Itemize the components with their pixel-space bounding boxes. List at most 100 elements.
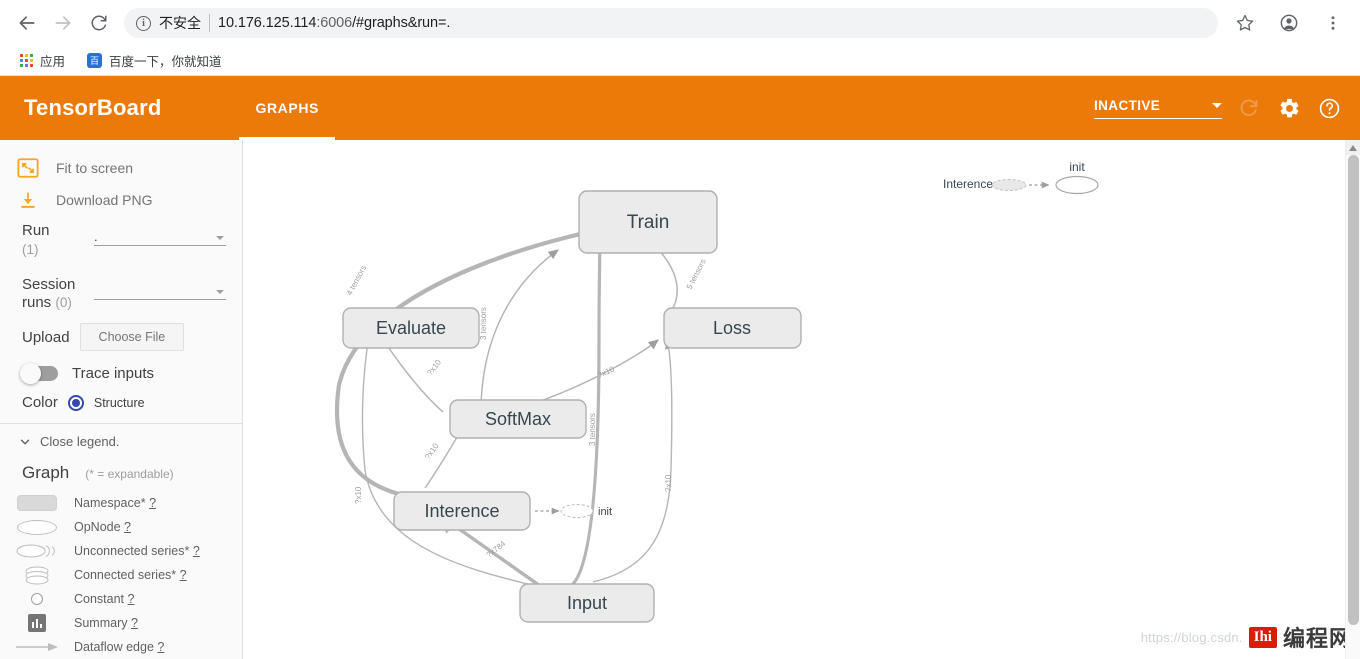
legend-label: Summary ? bbox=[74, 616, 138, 630]
help-link[interactable]: ? bbox=[128, 592, 135, 606]
legend-item-dataflow-edge: Dataflow edge ? bbox=[0, 635, 242, 659]
dataflow-edge-icon bbox=[14, 637, 60, 657]
url-path: /#graphs&run=. bbox=[352, 15, 451, 31]
legend-label-text: OpNode bbox=[74, 520, 121, 534]
run-label-text: Run bbox=[22, 222, 50, 239]
address-bar[interactable]: i 不安全 10.176.125.114:6006/#graphs&run=. bbox=[124, 8, 1218, 38]
three-dot-menu-icon[interactable] bbox=[1316, 6, 1350, 40]
reload-icon[interactable] bbox=[82, 6, 116, 40]
inline-init-label: init bbox=[598, 506, 612, 518]
run-status-value: INACTIVE bbox=[1094, 97, 1161, 113]
tab-label: GRAPHS bbox=[255, 100, 319, 116]
run-field: Run (1) . bbox=[0, 216, 242, 260]
color-structure-radio[interactable] bbox=[67, 394, 84, 411]
choose-file-button[interactable]: Choose File bbox=[79, 323, 185, 351]
graph-node-loss[interactable]: Loss bbox=[663, 307, 802, 349]
edge-label: ?x10 bbox=[423, 441, 440, 461]
color-row: Color Structure bbox=[0, 382, 242, 423]
tab-graphs[interactable]: GRAPHS bbox=[239, 76, 335, 140]
chevron-down-icon bbox=[1212, 102, 1222, 108]
edge-label: ?x10 bbox=[425, 357, 443, 377]
opnode-ellipse-icon bbox=[14, 517, 60, 537]
download-png-label: Download PNG bbox=[56, 192, 153, 208]
close-legend-button[interactable]: Close legend. bbox=[0, 434, 242, 449]
graph-svg: Train Evaluate Loss SoftMax Interence In… bbox=[334, 160, 1099, 623]
session-runs-label-text: Session bbox=[22, 275, 76, 293]
url-host: 10.176.125.114 bbox=[218, 15, 317, 31]
app-body: Fit to screen Download PNG Run (1) . Ses… bbox=[0, 140, 1360, 659]
graph-node-evaluate[interactable]: Evaluate bbox=[342, 307, 480, 349]
forward-icon[interactable] bbox=[46, 6, 80, 40]
security-label: 不安全 bbox=[159, 15, 201, 31]
fit-to-screen-icon bbox=[16, 156, 40, 180]
profile-icon[interactable] bbox=[1272, 6, 1306, 40]
upload-field: Upload Choose File bbox=[0, 313, 242, 351]
back-icon[interactable] bbox=[10, 6, 44, 40]
app-logo[interactable]: TensorBoard bbox=[24, 95, 161, 121]
run-dropdown[interactable]: . bbox=[94, 226, 226, 246]
color-label: Color bbox=[22, 394, 58, 411]
site-info-icon[interactable]: i bbox=[136, 15, 151, 31]
help-link[interactable]: ? bbox=[193, 544, 200, 558]
trace-inputs-row[interactable]: Trace inputs bbox=[0, 351, 242, 384]
aux-node-group-init[interactable]: Interence init bbox=[943, 160, 1099, 195]
graph-node-input[interactable]: Input bbox=[519, 583, 655, 623]
vertical-scrollbar[interactable] bbox=[1345, 140, 1360, 659]
legend-label-text: Namespace* bbox=[74, 496, 146, 510]
fit-to-screen-label: Fit to screen bbox=[56, 160, 134, 176]
color-structure-label: Structure bbox=[93, 395, 145, 410]
edge-softmax-loss bbox=[518, 339, 659, 409]
legend-item-unconnected-series: Unconnected series* ? bbox=[0, 539, 242, 563]
session-runs-label-text2: runs bbox=[22, 294, 52, 312]
edge-label: 3 tensors bbox=[479, 307, 488, 340]
graph-canvas[interactable]: Train Evaluate Loss SoftMax Interence In… bbox=[243, 140, 1360, 659]
edge-label: ?x10 bbox=[354, 486, 363, 504]
edge-label: 5 tensors bbox=[685, 258, 708, 291]
run-label: Run (1) bbox=[22, 222, 84, 260]
scrollbar-thumb[interactable] bbox=[1348, 155, 1359, 625]
close-legend-label: Close legend. bbox=[40, 434, 120, 449]
omnibox-divider bbox=[209, 14, 210, 32]
trace-inputs-label: Trace inputs bbox=[72, 365, 154, 382]
bookmarks-bar: 应用 百 百度一下，你就知道 bbox=[0, 46, 1360, 76]
run-dropdown-value: . bbox=[94, 229, 98, 244]
main-tabs: GRAPHS bbox=[239, 76, 335, 140]
run-status-dropdown[interactable]: INACTIVE bbox=[1094, 98, 1222, 119]
graph-node-interence[interactable]: Interence bbox=[393, 491, 531, 531]
legend-label: Connected series* ? bbox=[74, 568, 187, 582]
legend-panel: Close legend. Graph (* = expandable) Nam… bbox=[0, 423, 242, 659]
fit-to-screen-button[interactable]: Fit to screen bbox=[0, 152, 242, 184]
trace-inputs-toggle[interactable] bbox=[20, 363, 58, 384]
bookmark-apps[interactable]: 应用 bbox=[12, 48, 73, 73]
node-label: SoftMax bbox=[485, 409, 551, 429]
help-link[interactable]: ? bbox=[180, 568, 187, 582]
watermark-logo: Ihi bbox=[1248, 626, 1277, 648]
gear-icon[interactable] bbox=[1276, 95, 1302, 121]
session-runs-dropdown[interactable] bbox=[94, 280, 226, 300]
chevron-down-icon bbox=[216, 236, 224, 240]
help-circle-icon[interactable] bbox=[1316, 95, 1342, 121]
star-icon[interactable] bbox=[1228, 6, 1262, 40]
help-link[interactable]: ? bbox=[149, 496, 156, 510]
node-label: Train bbox=[627, 212, 670, 233]
refresh-icon[interactable] bbox=[1236, 95, 1262, 121]
scroll-up-icon[interactable] bbox=[1346, 140, 1360, 155]
bookmark-baidu[interactable]: 百 百度一下，你就知道 bbox=[79, 48, 230, 73]
legend-label-text: Connected series* bbox=[74, 568, 177, 582]
edge-label: ?x10 bbox=[664, 474, 673, 492]
connected-series-icon bbox=[14, 565, 60, 585]
help-link[interactable]: ? bbox=[157, 640, 164, 654]
graph-node-softmax[interactable]: SoftMax bbox=[449, 399, 587, 439]
aux-target-label: init bbox=[1069, 160, 1085, 174]
watermark-text: 编程网 bbox=[1282, 626, 1352, 651]
help-link[interactable]: ? bbox=[124, 520, 131, 534]
download-png-button[interactable]: Download PNG bbox=[0, 184, 242, 216]
legend-label-text: Dataflow edge bbox=[74, 640, 154, 654]
legend-item-opnode: OpNode ? bbox=[0, 515, 242, 539]
graph-node-train[interactable]: Train bbox=[578, 190, 718, 254]
inline-init-node[interactable]: init bbox=[535, 504, 612, 519]
watermark: https://blog.csdn. Ihi 编程网 bbox=[1141, 621, 1352, 653]
tensorboard-header: TensorBoard GRAPHS INACTIVE bbox=[0, 76, 1360, 140]
help-link[interactable]: ? bbox=[131, 616, 138, 630]
legend-item-namespace: Namespace* ? bbox=[0, 491, 242, 515]
